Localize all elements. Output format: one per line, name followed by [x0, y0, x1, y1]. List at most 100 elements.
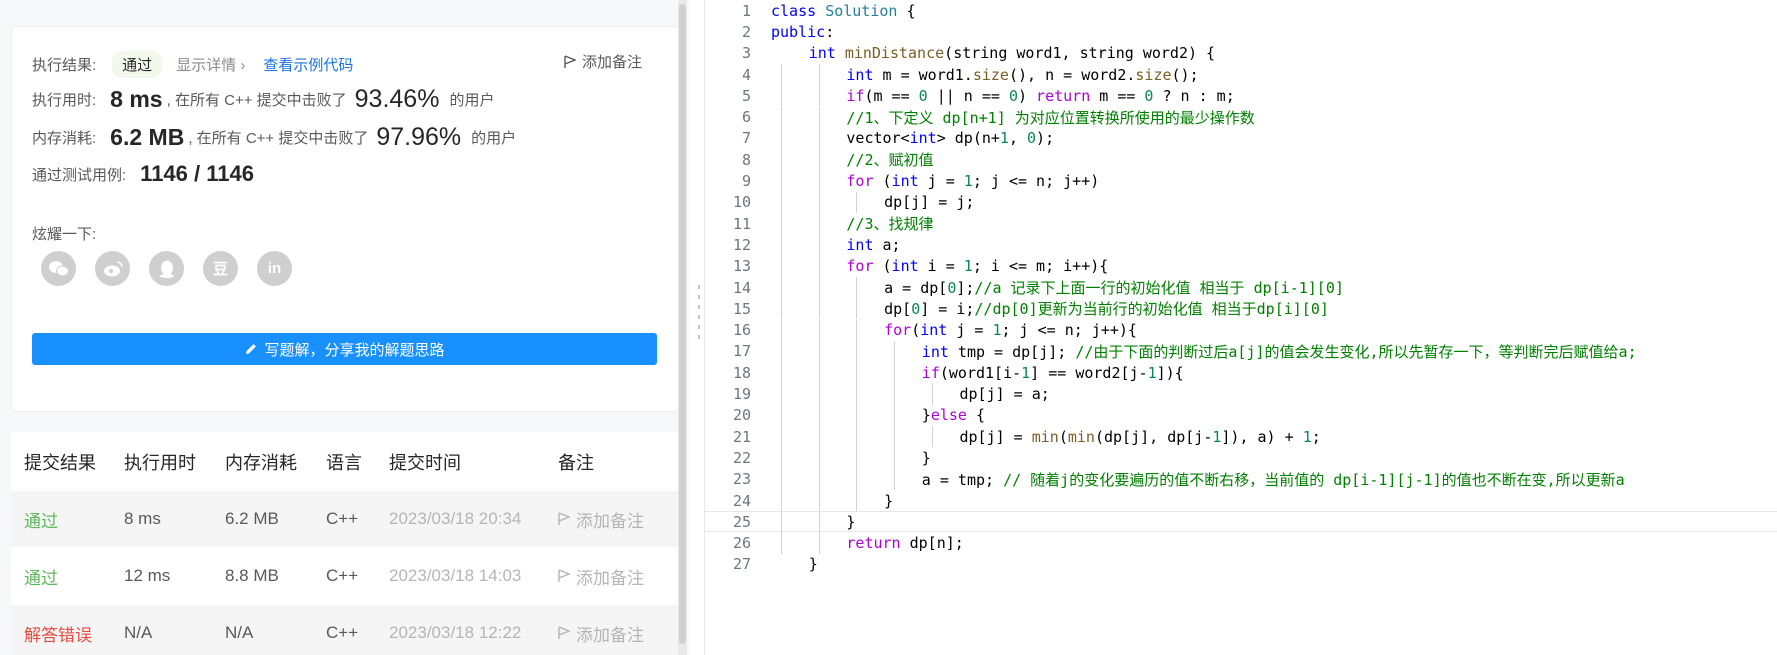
code-token: j = — [918, 172, 964, 191]
code-line[interactable]: 8 //2、赋初值 — [705, 149, 1777, 171]
indent-guide — [781, 426, 782, 448]
pencil-icon — [246, 344, 257, 354]
row-add-note-button[interactable]: 添加备注 — [546, 621, 679, 646]
code-token: > dp(n+ — [936, 129, 1000, 148]
code-token: dp[j] = j; — [884, 193, 975, 212]
app-root: 执行结果: 通过 显示详情 › 查看示例代码 添加备注 执行用时: 8 ms ,… — [0, 0, 1777, 655]
code-editor[interactable]: 1 class Solution {2 public: 3 int minDistanc… — [705, 0, 1777, 655]
code-token: for — [884, 321, 912, 340]
status-label: 执行结果: — [32, 57, 97, 74]
result-panel: 执行结果: 通过 显示详情 › 查看示例代码 添加备注 执行用时: 8 ms ,… — [0, 0, 690, 655]
indent-guide — [818, 234, 820, 256]
indent-guide — [781, 319, 782, 341]
code-line[interactable]: 26 return dp[n]; — [705, 532, 1777, 554]
code-line[interactable]: 16 for(int j = 1; j <= n; j++){ — [705, 319, 1777, 341]
indent-guide — [931, 383, 933, 405]
view-example-code-link[interactable]: 查看示例代码 — [263, 54, 353, 75]
code-line[interactable]: 23 a = tmp; // 随着j的变化要遍历的值不断右移，当前值的 dp[i-… — [705, 468, 1777, 490]
code-line[interactable]: 2 public: — [705, 21, 1777, 42]
code-token: min — [1031, 427, 1059, 446]
line-number: 23 — [732, 470, 751, 489]
code-line[interactable]: 9 for (int j = 1; j <= n; j++) — [705, 170, 1777, 192]
code-token: 1 — [1302, 427, 1312, 446]
row-result[interactable]: 通过 — [11, 564, 111, 589]
memory-label: 内存消耗: — [32, 130, 97, 147]
header-submit-time: 提交时间 — [389, 452, 461, 473]
code-token: ]){ — [1156, 363, 1184, 382]
code-line[interactable]: 11 //3、找规律 — [705, 213, 1777, 235]
douban-icon[interactable]: 豆 — [203, 251, 238, 286]
code-line[interactable]: 7 vector<int> dp(n+1, 0); — [705, 127, 1777, 150]
code-line[interactable]: 15 dp[0] = i;//dp[0]更新为当前行的初始化值 相当于dp[i][… — [705, 298, 1777, 320]
header-runtime: 执行用时 — [124, 452, 196, 473]
indent-guide — [781, 213, 782, 235]
code-token: || n == — [927, 86, 1009, 105]
indent-guide — [781, 489, 782, 512]
code-line[interactable]: 19 dp[j] = a; — [705, 383, 1777, 405]
indent-guide — [818, 468, 820, 490]
code-token: for — [846, 172, 874, 191]
linkedin-icon[interactable]: in — [257, 251, 292, 286]
code-line[interactable]: 1 class Solution { — [705, 0, 1777, 21]
code-line[interactable]: 14 a = dp[0];//a 记录下上面一行的初始化值 相当于 dp[i-1]… — [705, 276, 1777, 299]
add-note-button[interactable]: 添加备注 — [564, 51, 642, 72]
row-add-note-button[interactable]: 添加备注 — [546, 507, 679, 532]
code-line[interactable]: 22} — [705, 447, 1777, 469]
code-text: int a; — [846, 236, 900, 254]
row-note-label: 添加备注 — [576, 568, 644, 588]
code-line[interactable]: 27} — [705, 554, 1777, 575]
code-token: ); — [1036, 129, 1055, 148]
code-line[interactable]: 25} — [705, 511, 1777, 534]
table-row[interactable]: 通过 8 ms 6.2 MB C++ 2023/03/18 20:34 添加备注 — [11, 491, 679, 548]
code-token: ] = i; — [920, 300, 975, 319]
row-result[interactable]: 解答错误 — [11, 621, 111, 646]
line-number: 13 — [732, 257, 751, 276]
code-line[interactable]: 12 int a; — [705, 234, 1777, 256]
table-row[interactable]: 通过 12 ms 8.8 MB C++ 2023/03/18 14:03 添加备… — [11, 548, 679, 605]
line-number: 12 — [732, 235, 751, 254]
code-token: (), n = word2. — [1008, 65, 1136, 84]
code-token: Solution — [825, 1, 898, 20]
code-token: //a 记录下上面一行的初始化值 相当于 dp[i-1][0] — [974, 279, 1344, 298]
code-token: } — [921, 448, 931, 467]
code-line[interactable]: 4 int m = word1.size(), n = word2.size(); — [705, 63, 1777, 86]
code-token: public — [771, 22, 826, 41]
code-token: string word2) { — [1079, 44, 1216, 63]
result-card: 执行结果: 通过 显示详情 › 查看示例代码 添加备注 执行用时: 8 ms ,… — [11, 26, 679, 412]
left-scrollbar-thumb[interactable] — [679, 4, 686, 644]
row-result[interactable]: 通过 — [11, 507, 111, 532]
code-token: tmp = dp[j]; — [948, 342, 1076, 361]
panel-resize-handle[interactable] — [697, 285, 700, 345]
line-number: 3 — [741, 44, 751, 63]
indent-guide — [818, 426, 820, 448]
row-add-note-button[interactable]: 添加备注 — [546, 564, 679, 589]
code-line[interactable]: 24} — [705, 489, 1777, 512]
share-label: 炫耀一下: — [32, 226, 97, 243]
code-line[interactable]: 13 for (int i = 1; i <= m; i++){ — [705, 255, 1777, 277]
qq-icon[interactable] — [149, 251, 184, 286]
indent-guide — [856, 298, 858, 320]
line-number: 7 — [741, 129, 751, 148]
write-solution-button[interactable]: 写题解，分享我的解题思路 — [32, 333, 657, 365]
weibo-icon[interactable] — [95, 251, 130, 286]
code-line[interactable]: 3 int minDistance(string word1, string wo… — [705, 43, 1777, 64]
code-text: for (int i = 1; i <= m; i++){ — [846, 257, 1108, 275]
code-text: //3、找规律 — [846, 213, 933, 234]
table-row[interactable]: 解答错误 N/A N/A C++ 2023/03/18 12:22 添加备注 — [11, 605, 679, 655]
code-token: ) — [1017, 86, 1037, 105]
code-line[interactable]: 10 dp[j] = j; — [705, 191, 1777, 213]
wechat-icon[interactable] — [41, 251, 76, 286]
code-line[interactable]: 21 dp[j] = min(min(dp[j], dp[j-1]), a) + … — [705, 426, 1777, 448]
code-line[interactable]: 17 int tmp = dp[j]; //由于下面的判断过后a[j]的值会发生变… — [705, 340, 1777, 363]
code-token: 1 — [1147, 363, 1157, 382]
line-number: 16 — [732, 321, 751, 340]
code-token: if — [921, 363, 940, 382]
indent-guide — [781, 532, 782, 554]
show-detail-link[interactable]: 显示详情 › — [176, 54, 245, 75]
code-line[interactable]: 6 //1、下定义 dp[n+1] 为对应位置转换所使用的最少操作数 — [705, 106, 1777, 128]
code-token: (); — [1171, 65, 1199, 84]
code-line[interactable]: 18 if(word1[i-1] == word2[j-1]){ — [705, 362, 1777, 384]
code-line[interactable]: 5 if(m == 0 || n == 0) return m == 0 ? n … — [705, 85, 1777, 107]
code-line[interactable]: 20}else { — [705, 404, 1777, 426]
code-token: , — [1008, 129, 1028, 148]
